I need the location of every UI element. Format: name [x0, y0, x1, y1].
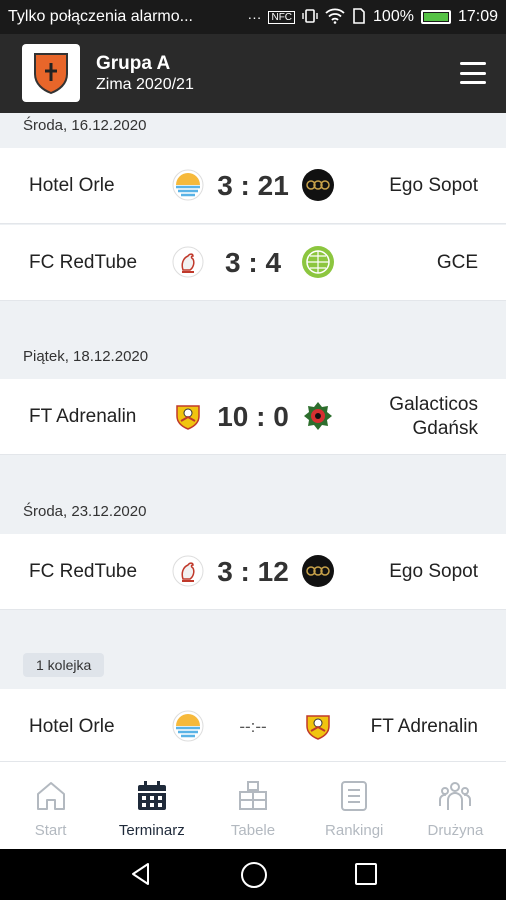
wifi-icon — [325, 8, 345, 27]
hamburger-menu-icon[interactable] — [460, 62, 486, 84]
ranking-icon — [341, 781, 368, 811]
nav-label: Rankingi — [325, 822, 384, 839]
team-icon — [439, 782, 472, 810]
date-header: Piątek, 18.12.2020 — [23, 348, 149, 365]
vibrate-icon — [302, 8, 318, 27]
away-team: FT Adrenalin — [370, 715, 478, 737]
match-score: 3 : 12 — [217, 555, 289, 587]
nav-druzyna[interactable]: Drużyna — [405, 762, 506, 850]
away-team: Ego Sopot — [389, 560, 478, 582]
recents-icon[interactable] — [354, 861, 378, 887]
table-icon — [239, 781, 267, 810]
bottom-navigation: Start Terminarz Tabele Rankingi Drużyna — [0, 761, 506, 850]
home-team: FT Adrenalin — [29, 405, 137, 427]
page-subtitle: Zima 2020/21 — [96, 76, 194, 93]
home-team: FC RedTube — [29, 560, 138, 582]
nav-tabele[interactable]: Tabele — [202, 762, 303, 850]
date-header: Środa, 16.12.2020 — [23, 117, 147, 134]
home-icon — [36, 782, 65, 810]
home-team: Hotel Orle — [29, 715, 115, 737]
back-icon[interactable] — [128, 861, 154, 887]
away-team: Galacticos Gdańsk — [389, 393, 478, 439]
match-score: 3 : 21 — [217, 169, 289, 201]
match-row[interactable]: Hotel Orle 3 : 21 Ego Sopot — [0, 148, 506, 224]
nav-label: Start — [34, 822, 67, 839]
round-badge: 1 kolejka — [23, 653, 105, 677]
shield-logo-icon — [34, 53, 68, 95]
match-row[interactable]: FC RedTube 3 : 4 GCE — [0, 225, 506, 301]
match-row[interactable]: FT Adrenalin 10 : 0 Galacticos Gdańsk — [0, 379, 506, 455]
match-row[interactable]: FC RedTube 3 : 12 Ego Sopot — [0, 534, 506, 610]
nfc-icon: NFC — [268, 10, 296, 24]
club-logo[interactable] — [22, 44, 80, 102]
home-button-icon[interactable] — [240, 861, 268, 889]
home-team: FC RedTube — [29, 251, 138, 273]
system-navigation-bar — [0, 849, 506, 900]
adrenalin-crest-icon — [171, 399, 205, 433]
calendar-icon — [137, 781, 166, 810]
away-team: Ego Sopot — [389, 174, 478, 196]
rooster-crest-icon — [171, 245, 205, 279]
nav-label: Tabele — [230, 822, 276, 839]
status-time: 17:09 — [457, 8, 498, 25]
status-bar: Tylko połączenia alarmo... ··· NFC 100% … — [0, 0, 506, 34]
sunrise-crest-icon — [171, 709, 205, 743]
match-score: --:-- — [239, 716, 267, 736]
match-score: 3 : 4 — [224, 246, 282, 278]
page-title: Grupa A — [96, 53, 171, 74]
battery-icon — [420, 10, 451, 24]
nav-rankingi[interactable]: Rankingi — [304, 762, 405, 850]
rooster-crest-icon — [171, 554, 205, 588]
nav-label: Terminarz — [118, 822, 185, 839]
match-row[interactable]: Hotel Orle --:-- FT Adrenalin — [0, 689, 506, 761]
away-team: GCE — [436, 251, 478, 273]
sunrise-crest-icon — [171, 168, 205, 202]
fixtures-list[interactable]: Środa, 16.12.2020 Hotel Orle 3 : 21 Ego … — [0, 113, 506, 761]
battery-percent: 100% — [373, 8, 414, 25]
match-score: 10 : 0 — [217, 400, 289, 432]
app-header: Grupa A Zima 2020/21 — [0, 34, 506, 113]
sim-icon — [352, 7, 366, 27]
nav-label: Drużyna — [427, 822, 484, 839]
nav-start[interactable]: Start — [0, 762, 101, 850]
status-notification: Tylko połączenia alarmo... — [8, 8, 193, 25]
home-team: Hotel Orle — [29, 174, 115, 196]
nav-terminarz[interactable]: Terminarz — [101, 762, 202, 850]
date-header: Środa, 23.12.2020 — [23, 503, 147, 520]
more-notifications-icon: ··· — [247, 9, 262, 25]
